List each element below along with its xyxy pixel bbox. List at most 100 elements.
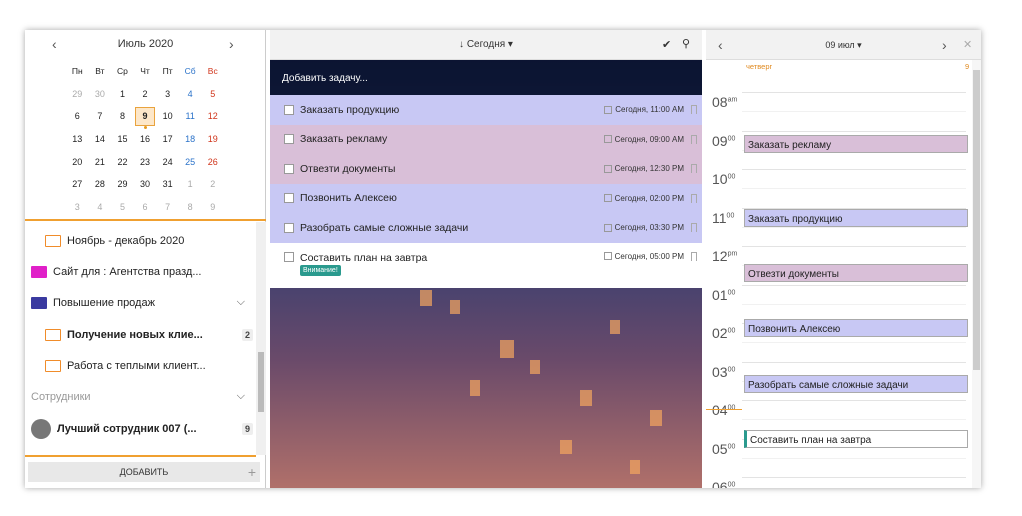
bookmark-icon[interactable] [691, 251, 697, 261]
task-item[interactable]: Разобрать самые сложные задачи Сегодня, 0… [270, 213, 702, 243]
calendar-day[interactable]: 29 [66, 89, 89, 99]
calendar-day[interactable]: 8 [111, 111, 134, 121]
bookmark-icon[interactable] [691, 164, 697, 174]
calendar-day[interactable]: 11 [179, 111, 202, 121]
folder-item[interactable]: Сайт для : Агентства празд... [25, 256, 255, 287]
calendar-day[interactable]: 30 [89, 89, 112, 99]
next-month-icon[interactable]: › [229, 37, 234, 51]
calendar-day[interactable]: 26 [201, 157, 224, 167]
day-event[interactable]: Составить план на завтра [744, 430, 968, 448]
task-checkbox[interactable] [284, 134, 294, 145]
calendar-day[interactable]: 13 [66, 134, 89, 144]
next-day-icon[interactable]: › [942, 37, 947, 53]
employee-item[interactable]: Лучший сотрудник 007 (... 9 [25, 413, 255, 444]
calendar-day[interactable]: 23 [134, 157, 157, 167]
calendar-day[interactable]: 28 [89, 179, 112, 189]
task-item[interactable]: Заказать рекламу Сегодня, 09:00 AM [270, 124, 702, 154]
calendar-day[interactable]: 2 [201, 179, 224, 189]
calendar-grid: Пн Вт Ср Чт Пт Сб Вс 29 30 1 2 3 4 5 6 7 8 9 10 11 12 13 14 15 1… [66, 60, 224, 218]
calendar-day[interactable]: 6 [134, 202, 157, 212]
calendar-day[interactable]: 31 [156, 179, 179, 189]
calendar-day[interactable]: 3 [66, 202, 89, 212]
calendar-icon [603, 164, 612, 173]
day-title-dropdown[interactable]: 09 июл ▾ [706, 40, 981, 51]
scroll-thumb[interactable] [258, 352, 264, 412]
day-event[interactable]: Разобрать самые сложные задачи [744, 375, 968, 393]
calendar-day[interactable]: 5 [201, 89, 224, 99]
calendar-day[interactable]: 20 [66, 157, 89, 167]
bookmark-icon[interactable] [691, 105, 697, 115]
plus-icon[interactable]: + [248, 464, 256, 480]
calendar-day[interactable]: 2 [134, 89, 157, 99]
calendar-day[interactable]: 4 [179, 89, 202, 99]
section-header-employees[interactable]: Сотрудники ⌵ [25, 381, 255, 412]
hour-line [742, 477, 966, 478]
calendar-day[interactable]: 15 [111, 134, 134, 144]
task-item[interactable]: Отвезти документы Сегодня, 12:30 PM [270, 154, 702, 184]
calendar-day[interactable]: 30 [134, 179, 157, 189]
calendar-icon [603, 194, 612, 203]
task-checkbox[interactable] [284, 222, 294, 233]
half-hour-line [742, 419, 966, 420]
task-date-text: Сегодня, 11:00 AM [615, 105, 684, 115]
weekday-label: Пт [162, 66, 173, 77]
task-checkbox[interactable] [284, 163, 294, 174]
task-checkbox[interactable] [284, 251, 294, 262]
calendar-day[interactable]: 10 [156, 111, 179, 121]
calendar-day[interactable]: 21 [89, 157, 112, 167]
add-task-input[interactable]: Добавить задачу... [270, 60, 702, 95]
folder-item[interactable]: Получение новых клие... 2 [25, 319, 255, 350]
calendar-day[interactable]: 3 [156, 89, 179, 99]
calendar-day[interactable]: 7 [89, 111, 112, 121]
day-event[interactable]: Отвезти документы [744, 264, 968, 282]
weekday-label: Чт [140, 66, 150, 77]
calendar-day[interactable]: 24 [156, 157, 179, 167]
calendar-day[interactable]: 4 [89, 202, 112, 212]
day-event[interactable]: Позвонить Алексею [744, 319, 968, 337]
calendar-day[interactable]: 1 [111, 89, 134, 99]
calendar-day[interactable]: 12 [201, 111, 224, 121]
calendar-day[interactable]: 7 [156, 202, 179, 212]
day-event[interactable]: Заказать рекламу [744, 135, 968, 153]
chevron-down-icon[interactable]: ⌵ [237, 390, 245, 403]
hour-line [742, 284, 966, 286]
calendar-day[interactable]: 1 [179, 179, 202, 189]
calendar-day[interactable]: 9 [135, 106, 156, 129]
calendar-icon [604, 105, 613, 114]
calendar-day[interactable]: 25 [179, 157, 202, 167]
task-item[interactable]: Заказать продукцию Сегодня, 11:00 AM [270, 95, 702, 125]
folder-item[interactable]: Повышение продаж ⌵ [25, 287, 255, 318]
calendar-day[interactable]: 22 [111, 157, 134, 167]
calendar-day[interactable]: 19 [201, 134, 224, 144]
task-checkbox[interactable] [284, 104, 294, 115]
calendar-day[interactable]: 6 [66, 111, 89, 121]
left-panel: ‹ Июль 2020 › Пн Вт Ср Чт Пт Сб Вс 29 30 1 2 3 4 5 6 7 8… [25, 30, 266, 488]
task-item[interactable]: Позвонить Алексею Сегодня, 02:00 PM [270, 183, 702, 213]
calendar-day[interactable]: 17 [156, 134, 179, 144]
search-icon[interactable]: ⚲ [682, 37, 690, 50]
folder-scrollbar[interactable] [256, 222, 266, 455]
day-event[interactable]: Заказать продукцию [744, 209, 968, 227]
calendar-day[interactable]: 14 [89, 134, 112, 144]
calendar-day[interactable]: 5 [111, 202, 134, 212]
bookmark-icon[interactable] [691, 223, 697, 233]
add-button[interactable]: ДОБАВИТЬ + [28, 462, 260, 482]
calendar-day[interactable]: 9 [201, 202, 224, 212]
calendar-day[interactable]: 16 [134, 134, 157, 144]
sort-filter-dropdown[interactable]: ↓ Сегодня ▾ [270, 39, 702, 50]
folder-item[interactable]: Работа с теплыми клиент... [25, 350, 255, 381]
task-checkbox[interactable] [284, 193, 294, 204]
calendar-day[interactable]: 8 [179, 202, 202, 212]
folder-item[interactable]: Ноябрь - декабрь 2020 [25, 225, 255, 256]
chevron-down-icon[interactable]: ⌵ [237, 296, 245, 309]
bookmark-icon[interactable] [691, 134, 697, 144]
bookmark-icon[interactable] [691, 193, 697, 203]
scroll-thumb[interactable] [973, 70, 980, 370]
calendar-day[interactable]: 29 [111, 179, 134, 189]
calendar-day[interactable]: 27 [66, 179, 89, 189]
close-icon[interactable]: ✕ [963, 38, 972, 51]
day-scrollbar[interactable] [972, 60, 981, 488]
calendar-day[interactable]: 18 [179, 134, 202, 144]
task-item[interactable]: Составить план на завтра Сегодня, 05:00 P… [270, 242, 702, 288]
checkmark-icon[interactable]: ✔ [662, 38, 671, 51]
